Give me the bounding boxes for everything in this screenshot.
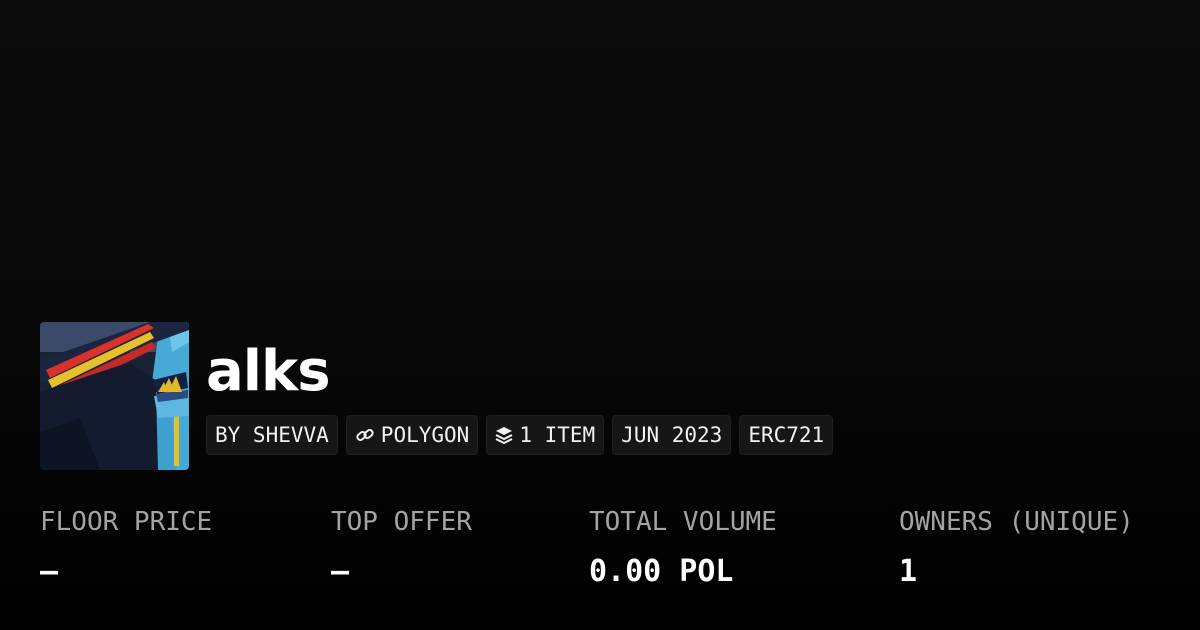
items-label: 1 ITEM bbox=[519, 423, 596, 447]
stat-value: – bbox=[40, 554, 59, 589]
creator-chip[interactable]: BY SHEVVA bbox=[206, 415, 338, 455]
creator-label: BY SHEVVA bbox=[215, 423, 329, 447]
stat-top-offer: TOP OFFER – bbox=[331, 505, 472, 589]
standard-label: ERC721 bbox=[748, 423, 825, 447]
stat-value: 1 bbox=[899, 554, 918, 589]
stat-label: TOTAL VOLUME bbox=[589, 507, 777, 537]
stat-label: TOP OFFER bbox=[331, 507, 472, 537]
stat-floor-price: FLOOR PRICE – bbox=[40, 505, 212, 589]
link-icon bbox=[355, 425, 375, 445]
chain-label: POLYGON bbox=[380, 423, 470, 447]
collection-title: alks bbox=[206, 339, 331, 404]
collection-avatar-image bbox=[40, 322, 189, 470]
date-label: JUN 2023 bbox=[621, 423, 723, 447]
stat-label: FLOOR PRICE bbox=[40, 507, 213, 537]
layers-icon bbox=[495, 426, 513, 444]
stat-owners: OWNERS (UNIQUE) 1 bbox=[899, 505, 1134, 589]
stat-total-volume: TOTAL VOLUME 0.00 POL bbox=[589, 505, 777, 589]
stat-value: – bbox=[331, 554, 350, 589]
stat-value: 0.00 POL bbox=[589, 554, 734, 589]
stat-label: OWNERS (UNIQUE) bbox=[899, 507, 1134, 537]
collection-avatar bbox=[40, 322, 189, 470]
chain-chip[interactable]: POLYGON bbox=[345, 415, 479, 455]
standard-chip: ERC721 bbox=[739, 415, 834, 455]
items-chip[interactable]: 1 ITEM bbox=[486, 415, 605, 455]
date-chip: JUN 2023 bbox=[612, 415, 732, 455]
collection-meta-chips: BY SHEVVA POLYGON 1 ITEM JUN 2023 ERC721 bbox=[206, 415, 834, 455]
